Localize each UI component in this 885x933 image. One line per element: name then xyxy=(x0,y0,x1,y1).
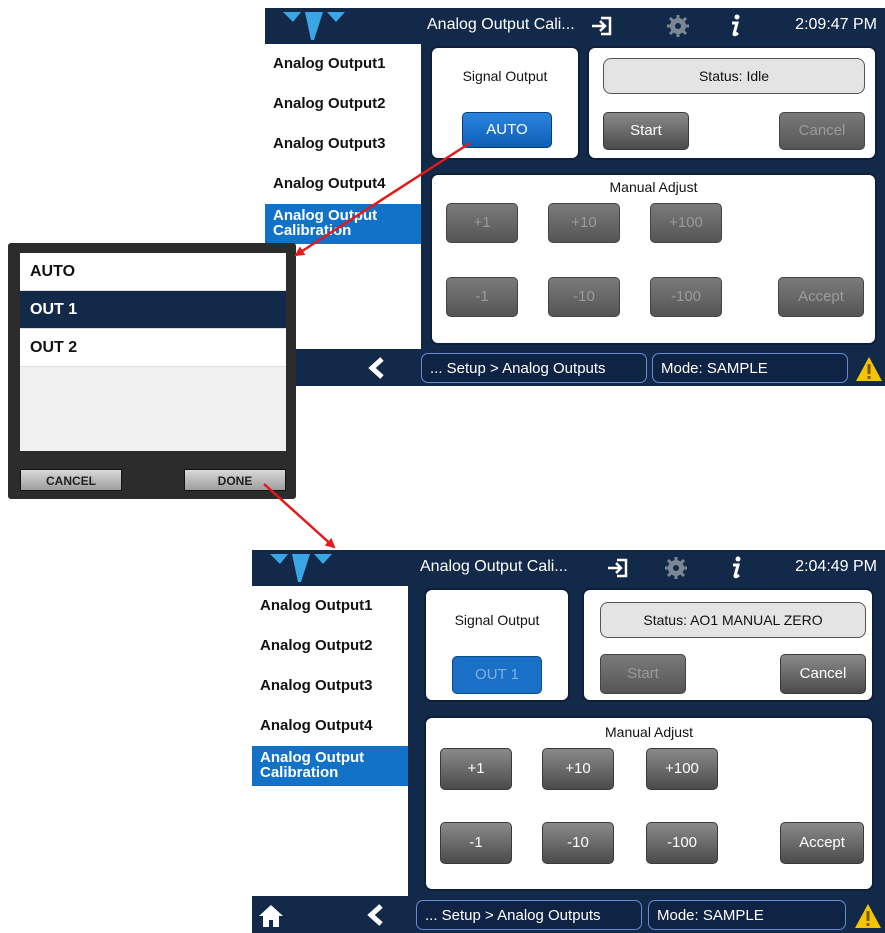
screen-title: Analog Output Cali... xyxy=(427,16,575,33)
sidebar-item-analog-output2[interactable]: Analog Output2 xyxy=(252,626,408,666)
minus-100-button[interactable]: -100 xyxy=(646,822,718,864)
sidebar-item-analog-output4[interactable]: Analog Output4 xyxy=(265,164,421,204)
option-auto[interactable]: AUTO xyxy=(20,253,286,291)
sidebar: Analog Output1 Analog Output2 Analog Out… xyxy=(252,586,408,896)
teledyne-logo xyxy=(265,8,423,44)
sidebar-item-analog-output3[interactable]: Analog Output3 xyxy=(252,666,408,706)
manual-adjust-panel: Manual Adjust +1 +10 +100 -1 -10 -100 Ac… xyxy=(424,716,874,891)
signal-output-panel: Signal Output OUT 1 xyxy=(424,588,570,702)
status-display: Status: Idle xyxy=(603,58,865,94)
signal-output-panel: Signal Output AUTO xyxy=(430,46,580,160)
screen-before: Analog Output Cali... 2:09:47 PM Analog … xyxy=(265,8,885,386)
minus-1-button[interactable]: -1 xyxy=(440,822,512,864)
sidebar-item-analog-output3[interactable]: Analog Output3 xyxy=(265,124,421,164)
sidebar-item-analog-output1[interactable]: Analog Output1 xyxy=(252,586,408,626)
minus-10-button[interactable]: -10 xyxy=(542,822,614,864)
teledyne-logo xyxy=(252,550,410,586)
main-area: Signal Output AUTO Status: Idle Start Ca… xyxy=(425,44,885,349)
accept-button[interactable]: Accept xyxy=(780,822,864,864)
screen-after: Analog Output Cali... 2:04:49 PM Analog … xyxy=(252,550,885,933)
accept-button[interactable]: Accept xyxy=(778,277,864,317)
cancel-button[interactable]: Cancel xyxy=(780,654,866,694)
warning-icon[interactable] xyxy=(855,356,883,382)
sign-in-icon[interactable] xyxy=(588,12,616,40)
info-icon[interactable] xyxy=(721,12,749,40)
minus-10-button[interactable]: -10 xyxy=(548,277,620,317)
bottom-bar: ... Setup > Analog Outputs Mode: SAMPLE xyxy=(252,897,885,933)
minus-1-button[interactable]: -1 xyxy=(446,277,518,317)
plus-10-button[interactable]: +10 xyxy=(542,748,614,790)
manual-adjust-label: Manual Adjust xyxy=(605,724,693,740)
clock: 2:09:47 PM xyxy=(795,16,877,33)
screen-title: Analog Output Cali... xyxy=(420,558,568,575)
main-area: Signal Output OUT 1 Status: AO1 MANUAL Z… xyxy=(412,586,885,896)
back-chevron-icon[interactable] xyxy=(364,903,388,927)
start-button[interactable]: Start xyxy=(603,112,689,150)
bottom-bar: ... Setup > Analog Outputs Mode: SAMPLE xyxy=(265,350,885,386)
signal-output-button[interactable]: AUTO xyxy=(462,112,552,148)
minus-100-button[interactable]: -100 xyxy=(650,277,722,317)
signal-output-label: Signal Output xyxy=(454,612,540,628)
sidebar-item-analog-output-calibration[interactable]: Analog Output Calibration xyxy=(252,746,408,786)
manual-adjust-label: Manual Adjust xyxy=(609,179,698,195)
option-out-2[interactable]: OUT 2 xyxy=(20,329,286,367)
mode-indicator: Mode: SAMPLE xyxy=(652,353,848,383)
start-button[interactable]: Start xyxy=(600,654,686,694)
breadcrumb[interactable]: ... Setup > Analog Outputs xyxy=(416,900,642,930)
sign-in-icon[interactable] xyxy=(604,554,632,582)
status-panel: Status: AO1 MANUAL ZERO Start Cancel xyxy=(582,588,874,702)
clock: 2:04:49 PM xyxy=(795,558,877,575)
plus-1-button[interactable]: +1 xyxy=(446,203,518,243)
manual-adjust-panel: Manual Adjust +1 +10 +100 -1 -10 -100 Ac… xyxy=(430,173,877,345)
info-icon[interactable] xyxy=(722,554,750,582)
breadcrumb[interactable]: ... Setup > Analog Outputs xyxy=(421,353,647,383)
top-bar: Analog Output Cali... 2:04:49 PM xyxy=(252,550,885,586)
status-display: Status: AO1 MANUAL ZERO xyxy=(600,602,866,638)
signal-output-label: Signal Output xyxy=(462,68,548,84)
plus-100-button[interactable]: +100 xyxy=(646,748,718,790)
sidebar-item-analog-output-calibration[interactable]: Analog Output Calibration xyxy=(265,204,421,244)
mode-indicator: Mode: SAMPLE xyxy=(648,900,846,930)
sidebar-item-analog-output1[interactable]: Analog Output1 xyxy=(265,44,421,84)
warning-icon[interactable] xyxy=(854,903,882,929)
popup-cancel-button[interactable]: CANCEL xyxy=(20,469,122,491)
gear-icon[interactable] xyxy=(662,554,690,582)
top-bar: Analog Output Cali... 2:09:47 PM xyxy=(265,8,885,44)
cancel-button[interactable]: Cancel xyxy=(779,112,865,150)
popup-done-button[interactable]: DONE xyxy=(184,469,286,491)
back-chevron-icon[interactable] xyxy=(365,356,389,380)
sidebar-item-analog-output2[interactable]: Analog Output2 xyxy=(265,84,421,124)
signal-output-popup: AUTO OUT 1 OUT 2 CANCEL DONE xyxy=(8,243,296,499)
option-out-1[interactable]: OUT 1 xyxy=(20,291,286,329)
plus-1-button[interactable]: +1 xyxy=(440,748,512,790)
plus-100-button[interactable]: +100 xyxy=(650,203,722,243)
signal-output-button[interactable]: OUT 1 xyxy=(452,656,542,694)
home-icon[interactable] xyxy=(258,903,284,929)
gear-icon[interactable] xyxy=(664,12,692,40)
plus-10-button[interactable]: +10 xyxy=(548,203,620,243)
option-list: AUTO OUT 1 OUT 2 xyxy=(20,253,286,451)
sidebar-item-analog-output4[interactable]: Analog Output4 xyxy=(252,706,408,746)
status-panel: Status: Idle Start Cancel xyxy=(587,46,877,160)
